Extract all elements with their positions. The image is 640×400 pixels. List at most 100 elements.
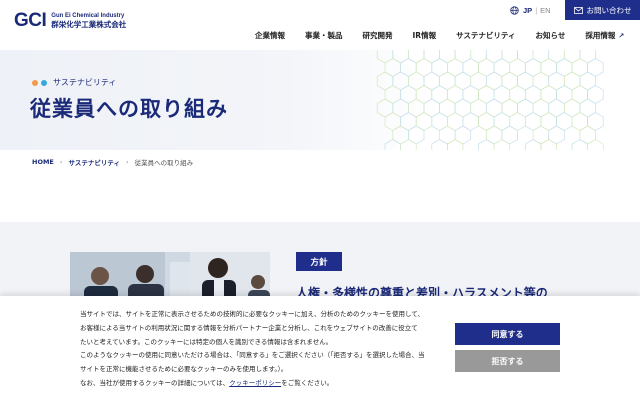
hexagon-decoration <box>447 85 464 104</box>
hexagon-decoration <box>548 125 565 145</box>
hexagon-decoration <box>587 139 604 150</box>
hexagon-decoration <box>517 71 534 91</box>
hexagon-decoration <box>447 112 464 131</box>
hexagon-decoration <box>556 85 573 104</box>
contact-button[interactable]: お問い合わせ <box>565 0 640 20</box>
lang-en-link[interactable]: EN <box>540 6 550 15</box>
hexagon-decoration <box>470 50 487 64</box>
nav-item-sustainability[interactable]: サステナビリティ <box>456 30 515 41</box>
hexagon-decoration <box>509 85 526 104</box>
hexagon-decoration <box>524 58 542 77</box>
chevron-right-icon: › <box>59 158 63 166</box>
nav-item-research[interactable]: 研究開発 <box>363 30 393 41</box>
hexagon-decoration <box>431 58 448 77</box>
hexagon-decoration <box>462 112 479 131</box>
hexagon-decoration <box>571 112 588 131</box>
breadcrumb-sustainability[interactable]: サステナビリティ <box>68 157 119 167</box>
hexagon-decoration <box>587 58 604 77</box>
hexagon-decoration <box>447 139 464 150</box>
hexagon-decoration <box>439 71 456 91</box>
hexagon-decoration <box>493 85 511 104</box>
cookie-text-line: このようなクッキーの使用に同意いただける場合は、「同意する」をご選択ください（「… <box>80 351 425 360</box>
policy-badge: 方針 <box>296 252 342 271</box>
hexagon-decoration <box>548 71 565 91</box>
hexagon-decoration <box>485 98 503 118</box>
hexagon-decoration <box>470 98 487 118</box>
hexagon-decoration <box>415 58 433 77</box>
external-arrow-icon: ↗ <box>618 32 625 40</box>
cookie-text-after-link: をご覧ください。 <box>281 378 334 387</box>
cookie-text-before-link: なお、当社が使用するクッキーの詳細については、 <box>80 378 230 387</box>
company-logo[interactable]: GCI Gun Ei Chemical Industry 群栄化学工業株式会社 <box>14 10 126 32</box>
logo-english-name: Gun Ei Chemical Industry <box>51 13 125 19</box>
hexagon-decoration <box>431 112 448 131</box>
hexagon-decoration <box>462 58 479 77</box>
hero-subtitle-text: サステナビリティ <box>53 78 117 87</box>
hexagon-decoration <box>509 58 526 77</box>
hexagon-decoration <box>517 98 534 118</box>
hexagon-decoration <box>579 71 596 91</box>
breadcrumb-home[interactable]: HOME <box>32 158 54 166</box>
cookie-message: 当サイトでは、サイトを正常に表示させるための技術的に必要なクッキーに加え、分析の… <box>80 308 445 391</box>
hexagon-decoration <box>478 112 495 131</box>
hexagon-decoration <box>493 58 511 77</box>
logo-mark: GCI <box>14 10 47 31</box>
cookie-text-line: サイトを正常に機能させるために必要なクッキーのみを使用します。）。 <box>80 365 288 374</box>
hexagon-decoration <box>563 50 581 64</box>
site-header: GCI Gun Ei Chemical Industry 群栄化学工業株式会社 … <box>0 0 640 50</box>
hexagon-decoration <box>485 125 503 145</box>
hexagon-decoration <box>579 50 596 64</box>
hexagon-decoration <box>540 112 557 131</box>
nav-item-recruit[interactable]: 採用情報 ↗ <box>585 30 624 41</box>
hero-subtitle: サステナビリティ <box>32 77 116 88</box>
hexagon-decoration <box>524 112 542 131</box>
hexagon-decoration <box>485 50 503 64</box>
nav-item-recruit-label: 採用情報 <box>585 31 616 40</box>
globe-icon <box>510 6 519 15</box>
cookie-text-line: たいと考えています。このクッキーには特定の個人を識別できる情報は含まれません。 <box>80 337 333 346</box>
breadcrumb: HOME › サステナビリティ › 従業員への取り組み <box>32 157 193 167</box>
hexagon-decoration <box>493 112 511 131</box>
hexagon-decoration <box>556 112 573 131</box>
hexagon-decoration <box>493 139 511 150</box>
hexagon-decoration <box>454 50 472 64</box>
hexagon-decoration <box>501 98 518 118</box>
hexagon-decoration <box>462 85 479 104</box>
hexagon-decoration <box>431 139 448 150</box>
hexagon-decoration <box>524 85 542 104</box>
hexagon-decoration <box>532 71 550 91</box>
language-switcher: JP | EN <box>510 6 551 15</box>
hexagon-decoration <box>571 85 588 104</box>
lang-divider: | <box>535 6 538 15</box>
hexagon-decoration <box>563 98 581 118</box>
hexagon-decoration <box>400 139 417 150</box>
hexagon-decoration <box>532 98 550 118</box>
orange-dot-icon <box>32 79 38 86</box>
nav-item-news[interactable]: お知らせ <box>535 30 565 41</box>
nav-item-company[interactable]: 企業情報 <box>255 30 285 41</box>
lang-jp-link[interactable]: JP <box>523 6 532 15</box>
hexagon-decoration <box>517 50 534 64</box>
chevron-right-icon: › <box>125 158 129 166</box>
hexagon-decoration <box>587 85 604 104</box>
hexagon-decoration <box>579 98 596 118</box>
mail-icon <box>573 6 583 14</box>
logo-text: Gun Ei Chemical Industry 群栄化学工業株式会社 <box>51 12 126 30</box>
hexagon-decoration <box>532 50 550 64</box>
hexagon-decoration <box>540 85 557 104</box>
hexagon-decoration <box>447 58 464 77</box>
hexagon-decoration <box>478 85 495 104</box>
hexagon-decoration <box>501 125 518 145</box>
nav-item-ir[interactable]: IR情報 <box>413 30 437 41</box>
agree-button[interactable]: 同意する <box>455 323 560 345</box>
hexagon-decoration <box>548 98 565 118</box>
hexagon-decoration <box>563 71 581 91</box>
cookie-policy-link[interactable]: クッキーポリシー <box>229 379 281 387</box>
hexagon-decoration <box>485 71 503 91</box>
hexagon-decoration <box>439 125 456 145</box>
nav-item-business[interactable]: 事業・製品 <box>305 30 343 41</box>
reject-button[interactable]: 拒否する <box>455 350 560 372</box>
cookie-consent-banner: 当サイトでは、サイトを正常に表示させるための技術的に必要なクッキーに加え、分析の… <box>0 296 640 400</box>
cookie-text-line: 当サイトでは、サイトを正常に表示させるための技術的に必要なクッキーに加え、分析の… <box>80 310 424 318</box>
hexagon-decoration <box>454 71 472 91</box>
